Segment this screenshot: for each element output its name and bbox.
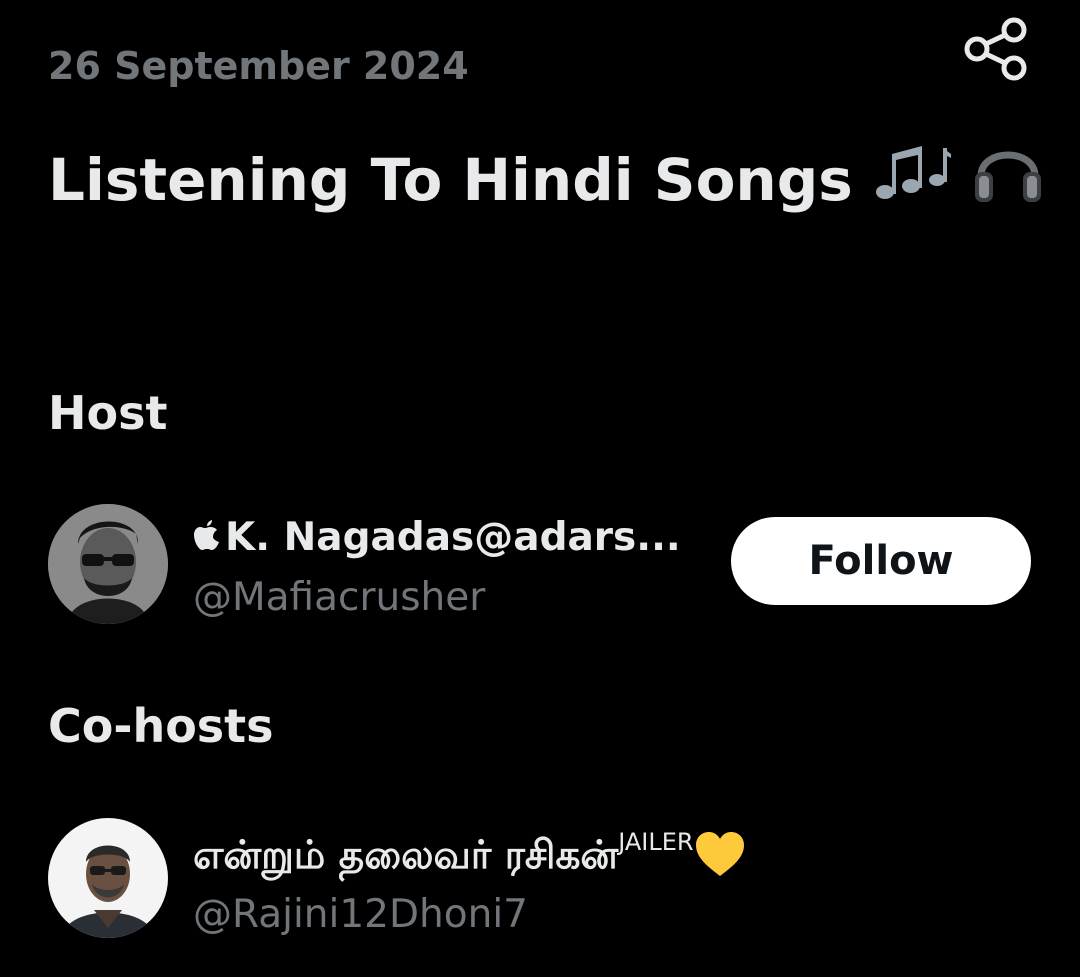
cohost-handle[interactable]: @Rajini12Dhoni7	[193, 892, 528, 937]
host-display-name[interactable]: K. Nagadas@adars...	[193, 515, 681, 560]
space-title-text: Listening To Hindi Songs	[48, 146, 853, 214]
share-icon[interactable]	[962, 16, 1030, 82]
host-name-text: K. Nagadas@adars...	[225, 515, 681, 560]
host-avatar[interactable]	[48, 504, 168, 624]
follow-button[interactable]: Follow	[731, 517, 1031, 605]
yellow-heart-icon	[695, 832, 744, 876]
apple-logo-icon	[194, 520, 219, 550]
cohosts-heading: Co-hosts	[48, 699, 274, 753]
headphones-icon	[975, 151, 1042, 202]
space-date: 26 September 2024	[48, 44, 469, 88]
space-title: Listening To Hindi Songs	[48, 132, 1045, 214]
cohost-name-text: என்றும் தலைவர் ரசிகன்	[193, 833, 619, 878]
host-avatar-image	[48, 504, 168, 624]
cohost-name-superscript: JAILER	[618, 828, 694, 856]
cohost-avatar-image	[48, 818, 168, 938]
host-heading: Host	[48, 386, 168, 440]
host-handle[interactable]: @Mafiacrusher	[193, 575, 485, 620]
musical-notes-icon	[875, 146, 951, 199]
cohost-avatar[interactable]	[48, 818, 168, 938]
cohost-display-name[interactable]: என்றும் தலைவர் ரசிகன்JAILER	[193, 828, 746, 883]
